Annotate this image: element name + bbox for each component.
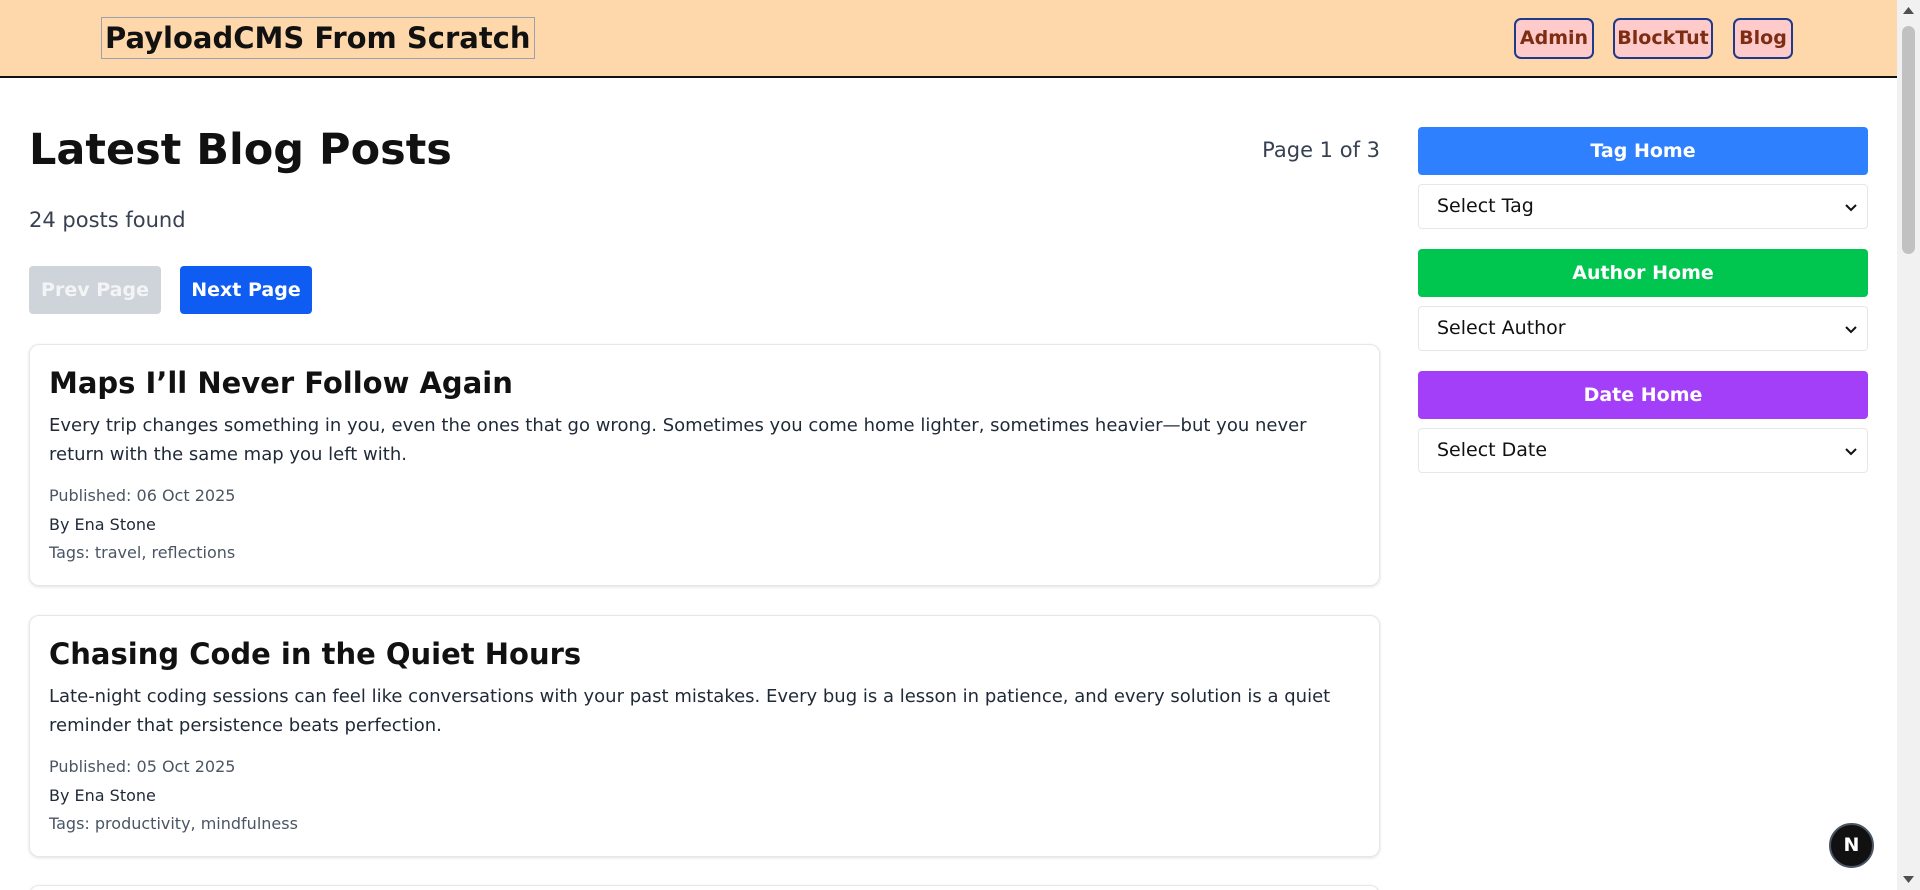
site-header: PayloadCMS From Scratch Admin BlockTut B… [0, 0, 1897, 78]
tag-select[interactable]: Select Tag [1418, 184, 1868, 229]
posts-count: 24 posts found [29, 208, 186, 232]
date-select[interactable]: Select Date [1418, 428, 1868, 473]
post-excerpt: Late-night coding sessions can feel like… [49, 686, 1331, 736]
nextjs-dev-badge[interactable]: N [1829, 823, 1874, 868]
scroll-up-icon[interactable] [1903, 6, 1914, 14]
prev-page-button[interactable]: Prev Page [29, 266, 161, 314]
nav-blocktut-button[interactable]: BlockTut [1613, 18, 1713, 59]
post-author: By Ena Stone [49, 515, 156, 534]
author-select[interactable]: Select Author [1418, 306, 1868, 351]
post-title[interactable]: Maps I’ll Never Follow Again [49, 364, 513, 402]
chevron-down-icon [1845, 326, 1857, 334]
post-title[interactable]: Chasing Code in the Quiet Hours [49, 635, 581, 673]
nav-blog-button[interactable]: Blog [1733, 18, 1793, 59]
date-home-button[interactable]: Date Home [1418, 371, 1868, 419]
site-title[interactable]: PayloadCMS From Scratch [101, 17, 535, 59]
page-scrollbar[interactable] [1897, 0, 1920, 890]
scroll-down-icon[interactable] [1903, 876, 1914, 884]
post-tags: Tags: productivity, mindfulness [49, 814, 298, 833]
page-title: Latest Blog Posts [29, 125, 452, 175]
page-indicator: Page 1 of 3 [1262, 138, 1380, 162]
chevron-down-icon [1845, 448, 1857, 456]
post-card[interactable] [29, 885, 1380, 890]
post-tags: Tags: travel, reflections [49, 543, 236, 562]
nav-admin-button[interactable]: Admin [1514, 18, 1594, 59]
post-card[interactable]: Chasing Code in the Quiet Hours Late-nig… [29, 615, 1380, 857]
post-author: By Ena Stone [49, 786, 156, 805]
tag-select-value: Select Tag [1437, 195, 1534, 217]
post-excerpt: Every trip changes something in you, eve… [49, 415, 1307, 465]
post-published-date: Published: 05 Oct 2025 [49, 757, 236, 776]
date-select-value: Select Date [1437, 439, 1548, 461]
scrollbar-thumb[interactable] [1902, 26, 1915, 254]
chevron-down-icon [1845, 204, 1857, 212]
author-home-button[interactable]: Author Home [1418, 249, 1868, 297]
tag-home-button[interactable]: Tag Home [1418, 127, 1868, 175]
post-card[interactable]: Maps I’ll Never Follow Again Every trip … [29, 344, 1380, 586]
next-page-button[interactable]: Next Page [180, 266, 312, 314]
post-published-date: Published: 06 Oct 2025 [49, 486, 236, 505]
author-select-value: Select Author [1437, 317, 1566, 339]
